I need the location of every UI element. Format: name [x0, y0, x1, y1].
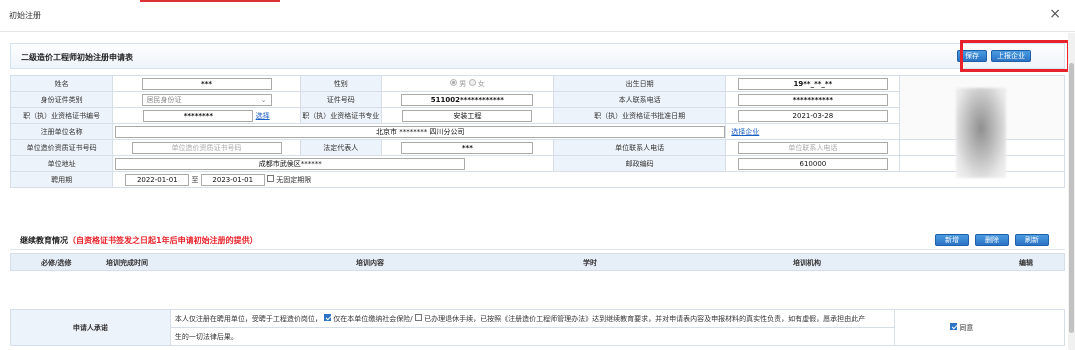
- form-title: 二级造价工程师初始注册申请表: [21, 53, 133, 62]
- approve-date-label: 职（执）业资格证书批准日期: [552, 107, 727, 124]
- add-button[interactable]: 新增: [935, 234, 969, 246]
- id-type-select[interactable]: 居民身份证 ⌄: [141, 93, 272, 106]
- chevron-down-icon: ⌄: [260, 95, 267, 104]
- gender-label: 性别: [299, 75, 382, 92]
- postcode-field[interactable]: 610000: [737, 157, 888, 170]
- address-label: 单位地址: [9, 155, 114, 172]
- agree-checkbox[interactable]: [950, 323, 958, 330]
- select-enterprise-link[interactable]: 选择企业: [731, 128, 759, 136]
- continuing-education-table-header: 必修/选修 培训完成时间 培训内容 学时 培训机构 编辑: [10, 253, 1065, 271]
- promise-table: 申请人承诺 本人仅注册在聘用单位，受聘于工程造价岗位， 仅在本单位缴纳社会保险/…: [10, 309, 1065, 346]
- major-field[interactable]: 安装工程: [402, 109, 533, 122]
- birth-label: 出生日期: [552, 75, 727, 92]
- close-icon[interactable]: ×: [1049, 6, 1061, 22]
- promise-text-1: 本人仅注册在聘用单位，受聘于工程造价岗位，: [174, 314, 322, 323]
- promise-text-4: 生的一切法律后果。: [174, 332, 238, 341]
- address-field[interactable]: 成都市武侯区******: [115, 157, 466, 170]
- dialog-content: 二级造价工程师初始注册申请表 保存 上报企业 姓名 *** 性别 男 女 出生日…: [0, 33, 1070, 350]
- gender-male-radio[interactable]: [450, 79, 458, 86]
- unit-phone-label: 单位联系人电话: [552, 139, 727, 156]
- postcode-label: 邮政编码: [552, 155, 727, 172]
- cert-number-field[interactable]: ********: [143, 109, 254, 122]
- agree-label: 同意: [959, 323, 974, 332]
- period-start-field[interactable]: 2022-01-01: [125, 173, 190, 186]
- form-header: 二级造价工程师初始注册申请表 保存 上报企业: [10, 43, 1065, 69]
- id-no-label: 证件号码: [299, 91, 382, 108]
- continuing-education-note: （自资格证书签发之日起1年后申请初始注册的提供）: [68, 236, 258, 245]
- continuing-education-title: 继续教育情况: [20, 236, 68, 245]
- gender-female-radio[interactable]: [468, 79, 476, 86]
- promise-label: 申请人承诺: [10, 309, 171, 346]
- unit-label: 注册单位名称: [9, 123, 114, 140]
- application-form-table: 姓名 *** 性别 男 女 出生日期 19**_**_** 身份证件类别 居民身…: [9, 75, 1065, 188]
- no-fixed-term-checkbox[interactable]: [266, 175, 274, 182]
- top-accent-line: [140, 0, 280, 2]
- vertical-scrollbar[interactable]: [1068, 33, 1075, 350]
- col-institution: 培训机构: [793, 259, 821, 267]
- delete-button[interactable]: 删除: [975, 234, 1009, 246]
- period-end-field[interactable]: 2023-01-01: [200, 173, 265, 186]
- period-label: 聘用期: [9, 171, 114, 188]
- id-type-value: 居民身份证: [146, 95, 182, 104]
- id-type-label: 身份证件类别: [9, 91, 114, 108]
- photo-cell: [899, 75, 1065, 178]
- promise-text-3: 已办理退休手续，已按照《注册造价工程师管理办法》达到继续教育要求，并对申请表内容…: [424, 314, 866, 323]
- unit-cert-field[interactable]: 单位造价资质证书号码: [131, 141, 282, 154]
- social-insurance-checkbox[interactable]: [324, 314, 332, 321]
- major-label: 职（执）业资格证书专业: [299, 107, 382, 124]
- applicant-photo: [956, 88, 1007, 178]
- scrollbar-thumb[interactable]: [1069, 63, 1074, 333]
- dialog-titlebar: 初始注册 ×: [0, 0, 1075, 32]
- highlight-box: [960, 40, 1070, 72]
- unit-phone-field[interactable]: 单位联系人电话: [737, 141, 888, 154]
- id-number-field[interactable]: 511002************: [401, 93, 534, 106]
- refresh-button[interactable]: 刷新: [1015, 234, 1049, 246]
- dialog-title: 初始注册: [9, 11, 41, 20]
- approve-date-field[interactable]: 2021-03-28: [737, 109, 888, 122]
- no-fixed-term-label: 无固定期限: [276, 175, 312, 184]
- cert-no-label: 职（执）业资格证书编号: [9, 107, 114, 124]
- col-required: 必修/选修: [41, 259, 72, 267]
- gender-female-label: 女: [477, 79, 485, 88]
- col-content: 培训内容: [356, 259, 384, 267]
- legal-rep-label: 法定代表人: [299, 139, 382, 156]
- phone-field[interactable]: ***********: [737, 93, 888, 106]
- continuing-education-bar: 继续教育情况（自资格证书签发之日起1年后申请初始注册的提供） 新增 删除 刷新: [10, 230, 1065, 250]
- period-to-label: 至: [191, 175, 199, 184]
- unit-cert-label: 单位造价资质证书号码: [9, 139, 114, 156]
- name-field[interactable]: ***: [141, 77, 272, 90]
- cert-select-link[interactable]: 选择: [256, 112, 270, 120]
- col-hours: 学时: [583, 259, 597, 267]
- col-finish-time: 培训完成时间: [106, 259, 148, 267]
- legal-rep-field[interactable]: ***: [401, 141, 534, 154]
- birth-date-field[interactable]: 19**_**_**: [737, 77, 888, 90]
- unit-name-field[interactable]: 北京市 ******** 四川分公司: [115, 125, 726, 138]
- retired-checkbox[interactable]: [414, 314, 422, 321]
- gender-male-label: 男: [459, 79, 467, 88]
- col-edit: 编辑: [1019, 259, 1033, 267]
- phone-label: 本人联系电话: [552, 91, 727, 108]
- name-label: 姓名: [9, 75, 114, 92]
- promise-text-2: 仅在本单位缴纳社会保险/: [333, 314, 413, 323]
